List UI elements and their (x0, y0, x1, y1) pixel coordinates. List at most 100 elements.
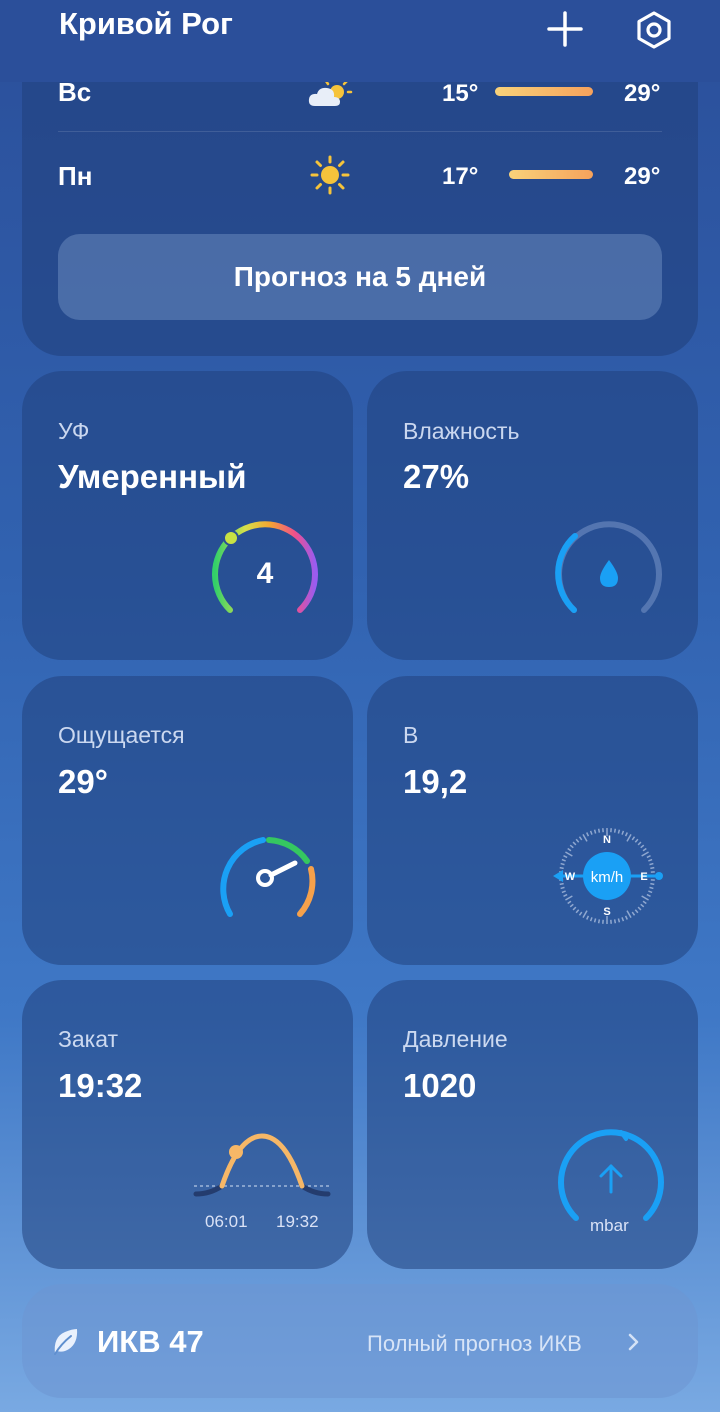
city-title[interactable]: Кривой Рог (59, 6, 233, 42)
compass-tick (565, 851, 573, 857)
compass-tick (559, 866, 564, 870)
compass-tick (565, 895, 573, 901)
compass-tick (649, 862, 654, 866)
compass-tick (589, 917, 593, 922)
compass-west-label: W (565, 871, 576, 883)
compass-tick (646, 855, 651, 859)
compass-tick (578, 911, 583, 916)
compass-east-label: E (640, 871, 647, 883)
compass-tick (642, 900, 647, 905)
uv-index: 4 (257, 557, 274, 590)
compass-tick (624, 832, 628, 837)
compass-tick (575, 909, 580, 914)
compass-tick (634, 909, 639, 914)
leaf-icon (54, 1329, 78, 1355)
sunset-label: Закат (58, 1026, 119, 1052)
compass-tick (597, 828, 601, 833)
compass-tick (563, 855, 568, 859)
forecast-max-temp: 29° (624, 80, 661, 107)
feels-like-gauge (220, 837, 316, 917)
compass-tick (569, 903, 574, 908)
compass-tick (617, 918, 621, 923)
compass-tick (561, 858, 566, 862)
compass-tick (649, 886, 654, 890)
humidity-label: Влажность (403, 418, 520, 444)
compass-tick (567, 847, 572, 852)
wind-compass: km/h N E S W (553, 828, 663, 924)
sunset-time: 19:32 (276, 1212, 319, 1231)
compass-tick (634, 838, 639, 843)
compass-tick (569, 844, 574, 849)
forecast-divider (58, 131, 662, 132)
compass-tick (640, 903, 645, 908)
chevron-right-icon[interactable] (627, 1332, 641, 1352)
compass-tick (563, 893, 568, 897)
forecast-min-temp: 17° (442, 163, 479, 190)
forecast-day-label: Пн (58, 161, 93, 191)
compass-tick (559, 882, 564, 886)
compass-south-label: S (603, 906, 610, 918)
sunrise-time: 06:01 (205, 1212, 248, 1231)
settings-hex-icon[interactable] (634, 10, 674, 50)
compass-tick (578, 836, 583, 841)
compass-tick (626, 910, 632, 918)
compass-tick (613, 919, 617, 924)
compass-north-label: N (603, 834, 611, 846)
pressure-label: Давление (403, 1026, 508, 1052)
compass-tick (640, 844, 645, 849)
compass-tick (648, 890, 653, 894)
uv-value: Умеренный (58, 458, 247, 495)
compass-tick (617, 829, 621, 834)
forecast-max-temp: 29° (624, 163, 661, 190)
compass-tick (648, 858, 653, 862)
feels-like-label: Ощущается (58, 722, 185, 748)
compass-tick (650, 882, 655, 886)
compass-tick (575, 838, 580, 843)
compass-tick (593, 918, 597, 923)
plus-icon[interactable] (546, 10, 584, 48)
pressure-value: 1020 (403, 1067, 477, 1104)
compass-tick (586, 832, 590, 837)
sunset-value: 19:32 (58, 1067, 143, 1104)
compass-tick (597, 919, 601, 924)
compass-tick (641, 895, 649, 901)
compass-tick (631, 911, 636, 916)
pressure-unit: mbar (590, 1216, 629, 1235)
compass-tick (589, 830, 593, 835)
aqi-value: ИКВ 47 (97, 1324, 204, 1359)
compass-tick (582, 910, 588, 918)
compass-tick (637, 906, 642, 911)
compass-tick (650, 866, 655, 870)
compass-tick (593, 829, 597, 834)
feels-like-value: 29° (58, 763, 108, 800)
humidity-gauge (555, 521, 662, 613)
aqi-forecast-link[interactable]: Полный прогноз ИКВ (367, 1331, 582, 1357)
compass-tick (626, 834, 632, 842)
water-drop-icon (600, 560, 618, 587)
compass-tick (572, 906, 577, 911)
wind-direction-label: В (403, 722, 419, 748)
compass-tick (561, 890, 566, 894)
sun-icon (310, 155, 350, 195)
humidity-value: 27% (403, 458, 470, 495)
compass-tick (624, 915, 628, 920)
compass-tick (621, 830, 625, 835)
compass-tick (572, 841, 577, 846)
compass-tick (642, 847, 647, 852)
compass-tick (582, 834, 588, 842)
compass-tick (560, 862, 565, 866)
compass-tick (631, 836, 636, 841)
app-header: Кривой Рог (0, 0, 720, 82)
wind-unit: km/h (591, 869, 624, 886)
compass-tick (646, 893, 651, 897)
temp-range-bar (509, 170, 593, 179)
compass-tick (586, 915, 590, 920)
compass-tick (560, 886, 565, 890)
compass-tick (637, 841, 642, 846)
five-day-forecast-button[interactable]: Прогноз на 5 дней (58, 234, 662, 320)
compass-tick (641, 851, 649, 857)
sun-path-chart (193, 1133, 332, 1197)
wind-speed-value: 19,2 (403, 763, 468, 800)
temp-range-bar (495, 87, 593, 96)
uv-label: УФ (58, 418, 90, 444)
